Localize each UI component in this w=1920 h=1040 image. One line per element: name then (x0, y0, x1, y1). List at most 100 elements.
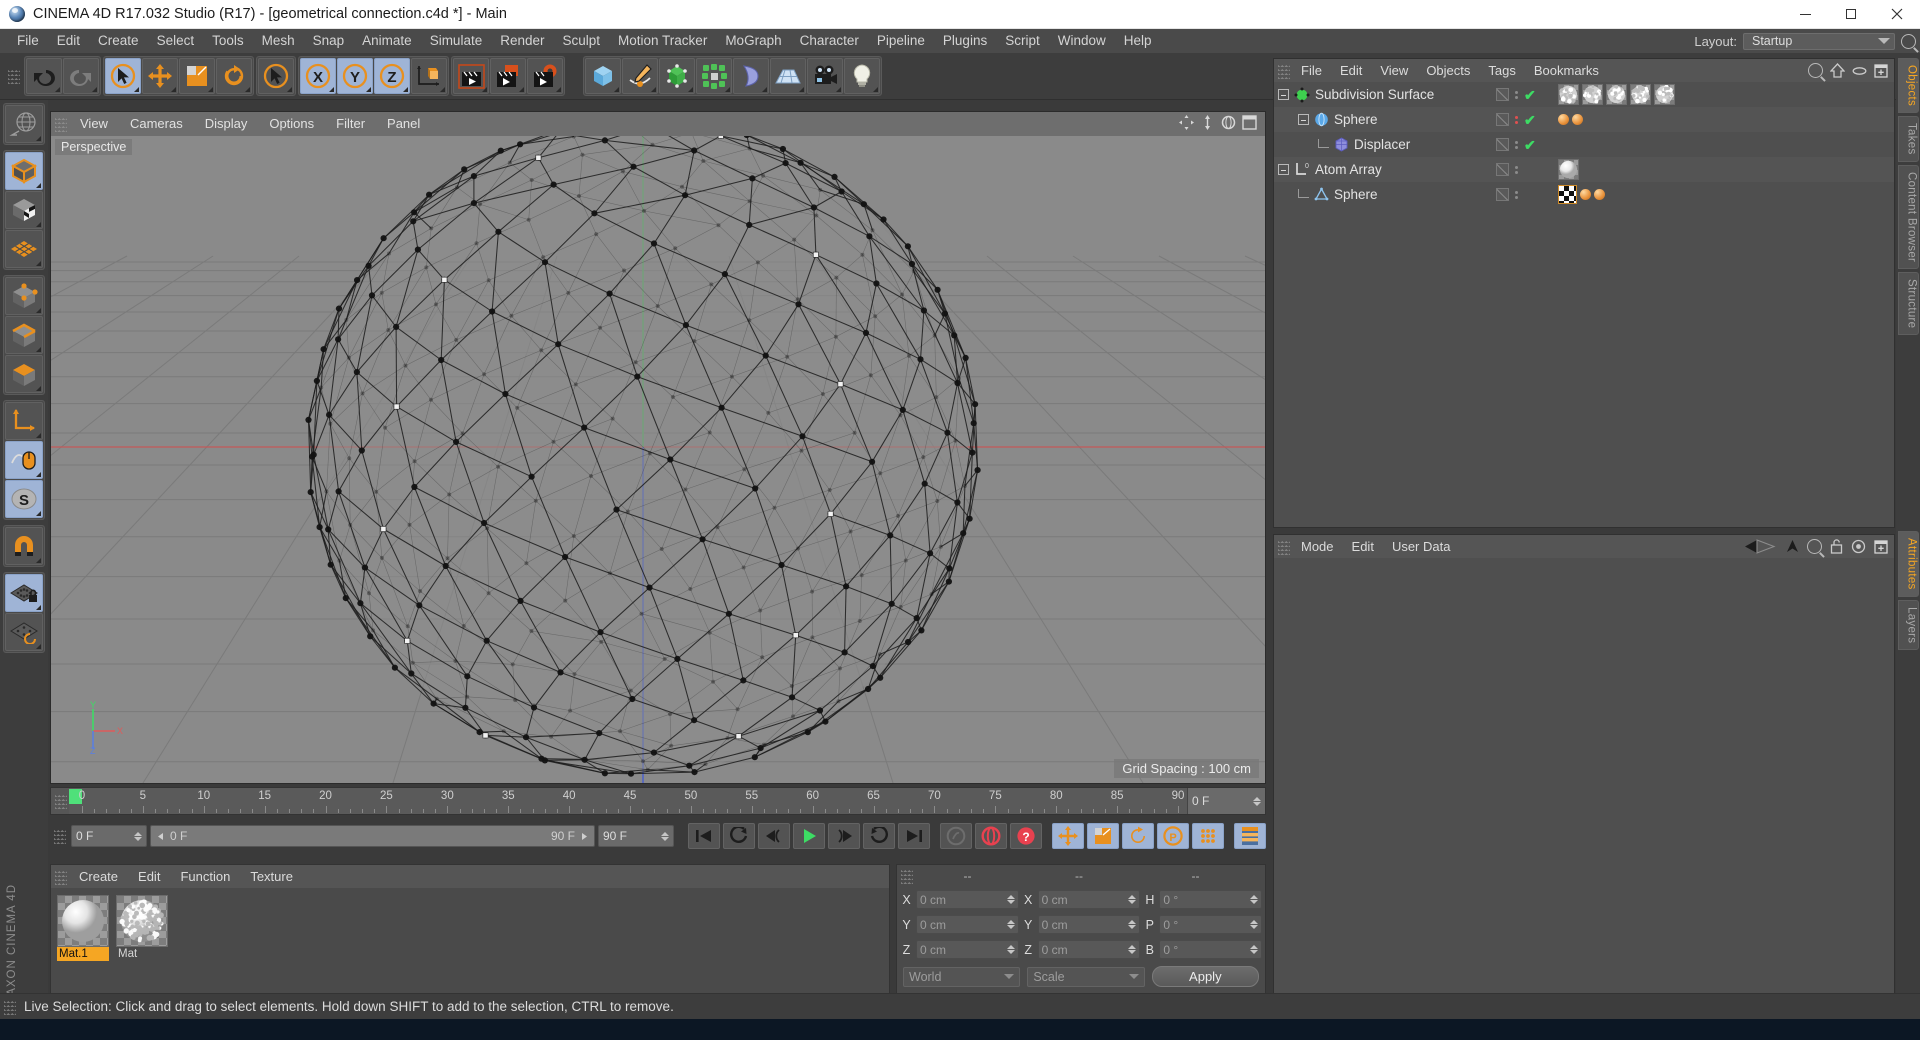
material-thumbnail[interactable] (57, 895, 109, 947)
material-tag-icon[interactable] (1558, 84, 1579, 105)
material-thumbnail[interactable] (116, 895, 168, 947)
editor-visibility-icon[interactable] (1496, 88, 1509, 101)
autokeying-button[interactable] (975, 823, 1007, 849)
step-back-button[interactable] (758, 823, 790, 849)
add-camera[interactable] (807, 58, 843, 94)
menu-mograph[interactable]: MoGraph (716, 29, 790, 53)
frame-from-field[interactable]: 0 F (71, 825, 147, 847)
undo-button[interactable] (26, 58, 62, 94)
object-tree[interactable]: Subdivision Surface ✔ Sphere ✔ Displacer ✔ 0 At… (1274, 82, 1894, 527)
add-spline[interactable] (622, 58, 658, 94)
scale-tool[interactable] (179, 58, 215, 94)
coord-position-field[interactable]: 0 cm (916, 915, 1019, 934)
object-menu-tags[interactable]: Tags (1479, 59, 1524, 82)
expander-icon[interactable] (1298, 114, 1309, 125)
search-icon[interactable] (1901, 34, 1916, 49)
object-row[interactable]: Sphere (1274, 182, 1894, 207)
visibility-dots-icon[interactable] (1515, 116, 1518, 124)
object-row[interactable]: Sphere ✔ (1274, 107, 1894, 132)
go-to-end-button[interactable] (898, 823, 930, 849)
pan-gizmo-icon[interactable] (1178, 114, 1195, 131)
expander-icon[interactable] (1278, 89, 1289, 100)
go-to-start-button[interactable] (688, 823, 720, 849)
material-menu-function[interactable]: Function (170, 865, 240, 888)
add-floor-environment[interactable] (770, 58, 806, 94)
panel-gripper-icon[interactable] (4, 999, 16, 1015)
enabled-check-icon[interactable]: ✔ (1524, 140, 1536, 150)
rotate-tool[interactable] (216, 58, 252, 94)
editor-visibility-icon[interactable] (1496, 113, 1509, 126)
coord-position-field[interactable]: 0 cm (916, 940, 1019, 959)
visibility-dots-icon[interactable] (1515, 91, 1518, 99)
menu-help[interactable]: Help (1115, 29, 1161, 53)
expander-icon[interactable] (1278, 164, 1289, 175)
stepper-icon[interactable] (1007, 895, 1015, 904)
world-object-coordinates[interactable] (411, 58, 447, 94)
stepper-icon[interactable] (1128, 920, 1136, 929)
layout-select[interactable]: Startup (1743, 33, 1895, 50)
attributes-menu-edit[interactable]: Edit (1343, 535, 1383, 558)
keyframe-selection-button[interactable]: ? (1010, 823, 1042, 849)
viewport-menu-view[interactable]: View (69, 112, 119, 136)
stepper-icon[interactable] (134, 832, 142, 841)
menu-window[interactable]: Window (1049, 29, 1115, 53)
tab-takes[interactable]: Takes (1898, 116, 1919, 162)
record-scale[interactable] (1087, 823, 1119, 849)
zoom-gizmo-icon[interactable] (1200, 114, 1215, 131)
stepper-icon[interactable] (1250, 920, 1258, 929)
coord-rotation-field[interactable]: 0 ° (1159, 890, 1262, 909)
selection-dropdown[interactable] (258, 58, 294, 94)
menu-create[interactable]: Create (89, 29, 148, 53)
stepper-icon[interactable] (1128, 945, 1136, 954)
menu-simulate[interactable]: Simulate (421, 29, 492, 53)
coord-rotation-field[interactable]: 0 ° (1159, 940, 1262, 959)
panel-gripper-icon[interactable] (1278, 63, 1290, 79)
menu-character[interactable]: Character (791, 29, 868, 53)
step-forward-button[interactable] (828, 823, 860, 849)
enable-snapping[interactable] (5, 441, 43, 479)
menu-tools[interactable]: Tools (203, 29, 253, 53)
viewport-menu-filter[interactable]: Filter (325, 112, 376, 136)
panel-gripper-icon[interactable] (1278, 539, 1290, 555)
material-menu-create[interactable]: Create (69, 865, 128, 888)
panel-gripper-icon[interactable] (54, 828, 66, 844)
visibility-dots-icon[interactable] (1515, 141, 1518, 149)
menu-script[interactable]: Script (996, 29, 1049, 53)
object-row[interactable]: Subdivision Surface ✔ (1274, 82, 1894, 107)
new-panel-icon[interactable] (1874, 540, 1888, 554)
soft-selection[interactable]: S (5, 480, 43, 518)
material-tag-icon[interactable] (1606, 84, 1627, 105)
lock-workplane[interactable] (5, 574, 43, 612)
viewport-menu-display[interactable]: Display (194, 112, 259, 136)
pin-arrow-icon[interactable] (1786, 539, 1799, 555)
menu-select[interactable]: Select (148, 29, 204, 53)
texture-tag-icon[interactable] (1558, 185, 1577, 204)
object-axis-mode[interactable] (5, 402, 43, 440)
editor-visibility-icon[interactable] (1496, 188, 1509, 201)
new-panel-icon[interactable] (1874, 64, 1888, 78)
menu-pipeline[interactable]: Pipeline (868, 29, 934, 53)
menu-file[interactable]: File (8, 29, 48, 53)
visibility-dots-icon[interactable] (1515, 191, 1518, 199)
tab-layers[interactable]: Layers (1898, 600, 1919, 650)
record-parameter[interactable] (1192, 823, 1224, 849)
stepper-icon[interactable] (1250, 895, 1258, 904)
material-tag-icon[interactable] (1558, 159, 1579, 180)
visibility-dots-icon[interactable] (1515, 166, 1518, 174)
edges-mode[interactable] (5, 316, 43, 354)
tab-objects[interactable]: Objects (1898, 58, 1919, 113)
lock-x-axis[interactable]: X (300, 58, 336, 94)
menu-mesh[interactable]: Mesh (253, 29, 304, 53)
enabled-check-icon[interactable]: ✔ (1524, 115, 1536, 125)
enabled-check-icon[interactable]: ✔ (1524, 90, 1536, 100)
apply-button[interactable]: Apply (1152, 966, 1259, 987)
polygons-mode[interactable] (5, 355, 43, 393)
stepper-icon[interactable] (1007, 920, 1015, 929)
viewport-menu-panel[interactable]: Panel (376, 112, 431, 136)
home-icon[interactable] (1830, 63, 1845, 78)
coord-size-field[interactable]: 0 cm (1038, 890, 1141, 909)
render-region-button[interactable] (490, 58, 526, 94)
tab-structure[interactable]: Structure (1898, 272, 1919, 335)
timeline-range-slider[interactable]: 0 F 90 F (150, 825, 595, 847)
stepper-icon[interactable] (1007, 945, 1015, 954)
